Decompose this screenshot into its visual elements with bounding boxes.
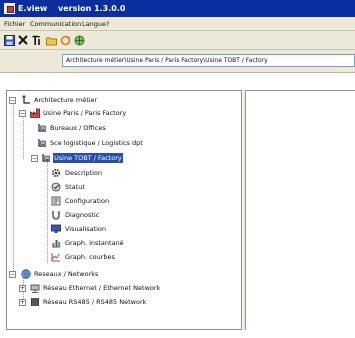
tree-label-graph-instantane: Graph. instantané — [65, 239, 124, 247]
tree-label-visualisation: Visualisation — [65, 225, 107, 233]
tree-label-diagnostic: Diagnostic — [65, 211, 100, 219]
title-bar: E.view version 1.3.0.0 — [0, 0, 355, 17]
menu-bar: Fichier Communication Langue ? — [0, 17, 355, 31]
configuration-icon — [51, 196, 61, 206]
department-icon — [38, 124, 46, 132]
diagnostic-icon — [52, 211, 61, 220]
folder-icon — [45, 37, 57, 45]
factory-icon — [30, 108, 40, 118]
monitor-icon — [51, 224, 61, 233]
refresh-button[interactable] — [59, 34, 71, 46]
menu-communication[interactable]: Communication — [30, 20, 81, 28]
tree-label-rs485: Réseau RS485 / RS485 Network — [43, 298, 147, 306]
menu-help[interactable]: ? — [106, 20, 109, 28]
collapse-icon[interactable]: − — [9, 271, 16, 278]
bar-chart-icon — [52, 240, 61, 248]
app-name: E.view — [18, 4, 48, 13]
tree-label-ethernet: Réseau Ethernet / Ethernet Network — [43, 284, 161, 292]
path-field[interactable]: Architecture métier\Usine Paris / Paris … — [62, 54, 355, 67]
refresh-icon — [60, 35, 70, 45]
network-device-icon — [30, 284, 40, 293]
tree-label-logistique: Sce logistique / Logistics dpt — [50, 139, 143, 147]
collapse-icon[interactable]: − — [9, 97, 16, 104]
save-icon — [3, 34, 15, 46]
tree-label-configuration: Configuration — [65, 197, 110, 205]
path-bar: Architecture métier\Usine Paris / Paris … — [0, 50, 355, 73]
tree-label-statut: Statut — [65, 183, 85, 191]
tree-label-usine-tobt: Usine TOBT / Factory — [53, 153, 123, 163]
tree-label-bureaux: Bureaux / Offices — [50, 124, 106, 132]
network-icon — [74, 35, 84, 45]
text-button[interactable] — [31, 34, 43, 46]
content-panel — [246, 90, 355, 330]
collapse-icon[interactable]: − — [31, 155, 38, 162]
tree-label-graph-courbes: Graph. courbes — [65, 253, 115, 261]
department-icon — [38, 139, 46, 147]
expand-icon[interactable]: + — [19, 285, 26, 292]
network-device-icon — [31, 298, 39, 306]
factory-icon — [42, 154, 50, 162]
expand-icon[interactable]: + — [19, 299, 26, 306]
line-chart-icon — [51, 253, 60, 262]
tree-label-description: Description — [65, 169, 103, 177]
tree-label-usine-paris: Usine Paris / Paris Factory — [43, 109, 127, 117]
architecture-icon — [22, 95, 30, 104]
menu-fichier[interactable]: Fichier — [4, 20, 25, 28]
menu-langue[interactable]: Langue — [82, 20, 106, 28]
open-button[interactable] — [45, 34, 57, 46]
tree-panel[interactable]: − Architecture métier − Usine Paris / Pa… — [6, 90, 242, 330]
text-icon — [32, 35, 40, 45]
delete-button[interactable] — [17, 34, 29, 46]
app-icon — [4, 3, 15, 14]
tree-label-architecture: Architecture métier — [34, 96, 98, 104]
globe-icon — [21, 269, 31, 279]
toolbar — [0, 31, 355, 50]
close-icon — [18, 35, 28, 45]
collapse-icon[interactable]: − — [19, 110, 26, 117]
status-icon — [51, 182, 61, 192]
connect-button[interactable] — [73, 34, 85, 46]
gear-icon — [51, 168, 61, 178]
save-button[interactable] — [3, 34, 15, 46]
app-version: version 1.3.0.0 — [58, 4, 126, 13]
tree-label-reseaux: Reseaux / Networks — [34, 270, 99, 278]
